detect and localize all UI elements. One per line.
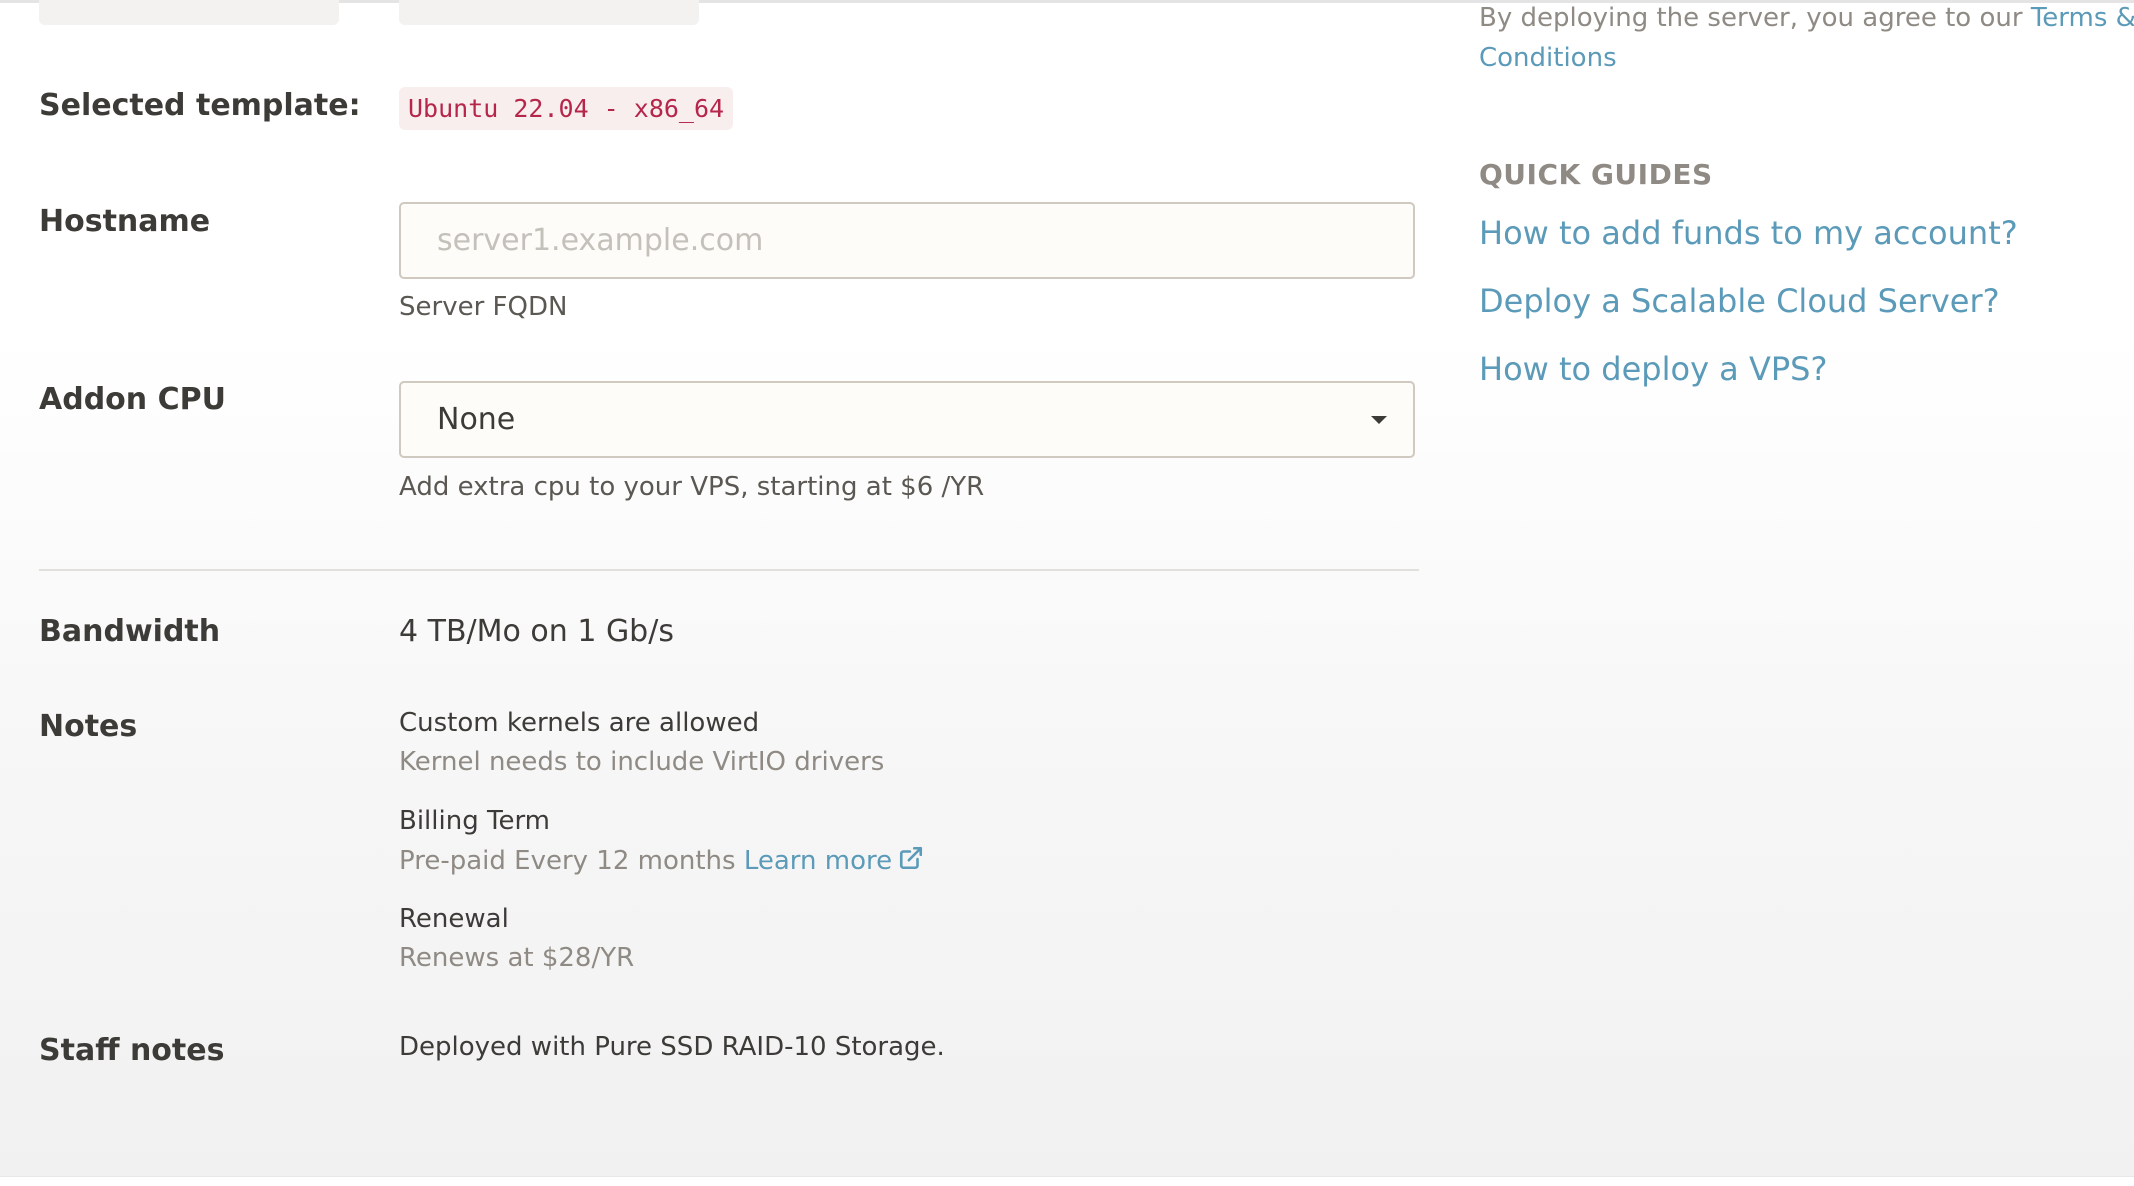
selected-template-label: Selected template: [39,88,361,123]
note-title: Custom kernels are allowed [399,708,760,738]
bandwidth-value: 4 TB/Mo on 1 Gb/s [399,614,674,649]
previous-field-stub-left [39,0,339,25]
guide-link-add-funds[interactable]: How to add funds to my account? [1479,214,2018,252]
terms-prefix: By deploying the server, you agree to ou… [1479,3,2023,33]
guide-link-deploy-vps[interactable]: How to deploy a VPS? [1479,350,1827,388]
caret-down-icon [1371,415,1387,424]
learn-more-label: Learn more [743,846,893,876]
note-subtitle: Pre-paid Every 12 months Learn more [399,845,924,876]
section-divider [39,569,1419,571]
note-subtitle: Renews at $28/YR [399,943,635,973]
learn-more-link[interactable]: Learn more [744,846,924,876]
hostname-input[interactable] [399,202,1415,279]
hostname-help-text: Server FQDN [399,292,568,322]
terms-link[interactable]: Terms & [2031,3,2134,33]
conditions-link[interactable]: Conditions [1479,43,1617,73]
external-link-icon [900,846,923,870]
note-subtitle: Kernel needs to include VirtIO drivers [399,747,885,777]
addon-cpu-label: Addon CPU [39,382,226,417]
selected-template-value: Ubuntu 22.04 - x86_64 [399,87,734,130]
bottom-border [0,1176,2134,1186]
hostname-label: Hostname [39,204,211,239]
terms-notice: By deploying the server, you agree to ou… [1479,0,2134,78]
note-title: Renewal [399,904,509,934]
billing-term-text: Pre-paid Every 12 months [399,846,736,876]
staff-notes-value: Deployed with Pure SSD RAID-10 Storage. [399,1032,945,1062]
guide-link-scalable-cloud-server[interactable]: Deploy a Scalable Cloud Server? [1479,282,2000,320]
addon-cpu-select[interactable]: None [399,381,1415,458]
quick-guides-heading: QUICK GUIDES [1479,158,1713,191]
notes-label: Notes [39,709,138,744]
previous-field-stub-right [399,0,699,25]
staff-notes-label: Staff notes [39,1033,225,1068]
deploy-server-page: Selected template: Ubuntu 22.04 - x86_64… [0,0,2134,1176]
addon-cpu-help-text: Add extra cpu to your VPS, starting at $… [399,472,985,502]
note-title: Billing Term [399,806,550,836]
bandwidth-label: Bandwidth [39,614,221,649]
addon-cpu-selected-value: None [437,402,516,437]
